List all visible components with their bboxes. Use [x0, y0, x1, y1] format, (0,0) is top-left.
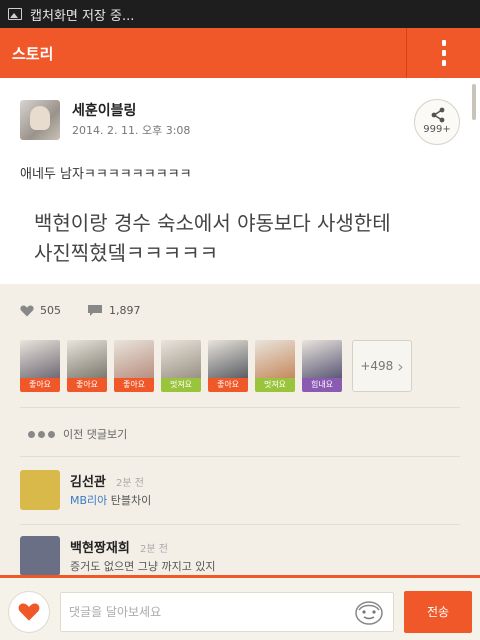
- liker-photo: [67, 340, 107, 378]
- send-button[interactable]: 전송: [404, 591, 472, 633]
- liker-avatar[interactable]: 좋아요: [114, 340, 154, 392]
- liker-photo: [161, 340, 201, 378]
- heart-icon[interactable]: [20, 305, 34, 317]
- previous-comments-label: 이전 댓글보기: [63, 428, 128, 441]
- divider: [20, 524, 460, 525]
- comment-time: 2분 전: [140, 544, 168, 555]
- liker-avatar[interactable]: 좋아요: [20, 340, 60, 392]
- divider: [20, 456, 460, 457]
- status-text: 캡처화면 저장 중...: [30, 8, 135, 24]
- share-icon: [431, 107, 445, 123]
- commenter-name[interactable]: 백현짱재희: [70, 537, 130, 556]
- commenter-avatar[interactable]: [20, 536, 60, 576]
- liker-reaction-tag: 멋져요: [161, 378, 201, 392]
- comment-body: 탄블차이: [107, 494, 152, 507]
- liker-reaction-tag: 힘내요: [302, 378, 342, 392]
- post-text-line-1: 애네두 남자ㅋㅋㅋㅋㅋㅋㅋㅋㅋ: [20, 167, 192, 182]
- liker-avatar[interactable]: 힘내요: [302, 340, 342, 392]
- liker-reaction-tag: 좋아요: [114, 378, 154, 392]
- more-dots-icon: [28, 430, 55, 438]
- emoticon-icon[interactable]: [354, 598, 384, 626]
- more-likers-button[interactable]: +498 ›: [352, 340, 412, 392]
- liker-avatar[interactable]: 좋아요: [67, 340, 107, 392]
- liker-photo: [302, 340, 342, 378]
- more-menu-icon[interactable]: [406, 28, 480, 78]
- comment-icon[interactable]: [87, 304, 103, 317]
- app-bar: 스토리: [0, 28, 480, 78]
- image-icon: [8, 8, 22, 20]
- scrollbar[interactable]: [472, 84, 476, 120]
- share-count: 999+: [423, 124, 451, 135]
- status-bar: 캡처화면 저장 중...: [0, 0, 480, 28]
- liker-photo: [20, 340, 60, 378]
- liker-reaction-tag: 멋져요: [255, 378, 295, 392]
- liker-photo: [255, 340, 295, 378]
- author-name[interactable]: 세훈이블링: [72, 100, 136, 120]
- divider: [20, 407, 460, 408]
- comment-bar: 전송: [0, 575, 480, 640]
- post-card: 세훈이블링 2014. 2. 11. 오후 3:08 애네두 남자ㅋㅋㅋㅋㅋㅋㅋ…: [0, 78, 480, 284]
- liker-photo: [114, 340, 154, 378]
- liker-avatar[interactable]: 좋아요: [208, 340, 248, 392]
- comment-text: MB리아 탄블차이: [70, 492, 151, 508]
- chevron-right-icon: ›: [397, 356, 404, 376]
- previous-comments-link[interactable]: 이전 댓글보기: [28, 426, 127, 442]
- comment-time: 2분 전: [116, 478, 144, 489]
- commenter-name[interactable]: 김선관: [70, 471, 106, 490]
- liker-reaction-tag: 좋아요: [20, 378, 60, 392]
- liker-avatar[interactable]: 멋져요: [161, 340, 201, 392]
- like-count: 505: [40, 304, 61, 317]
- post-stats: 505 1,897: [20, 304, 141, 317]
- liker-reaction-tag: 좋아요: [67, 378, 107, 392]
- heart-icon: [18, 603, 40, 621]
- comment-text: 증거도 없으면 그냥 까지고 있지: [70, 560, 216, 573]
- liker-photo: [208, 340, 248, 378]
- comment-input[interactable]: [60, 592, 394, 632]
- comment-count: 1,897: [109, 304, 141, 317]
- liker-avatar[interactable]: 멋져요: [255, 340, 295, 392]
- like-button[interactable]: [8, 591, 50, 633]
- more-likers-count: +498: [360, 359, 394, 373]
- share-button[interactable]: 999+: [414, 99, 460, 145]
- post-text-line-2: 백현이랑 경수 숙소에서 야동보다 사생한테 사진찍혔뎈ㅋㅋㅋㅋㅋ: [34, 211, 391, 265]
- liker-reaction-tag: 좋아요: [208, 378, 248, 392]
- commenter-avatar[interactable]: [20, 470, 60, 510]
- post-date: 2014. 2. 11. 오후 3:08: [72, 124, 191, 137]
- comment-mention[interactable]: MB리아: [70, 494, 107, 507]
- page-title: 스토리: [12, 44, 54, 63]
- author-avatar[interactable]: [20, 100, 60, 140]
